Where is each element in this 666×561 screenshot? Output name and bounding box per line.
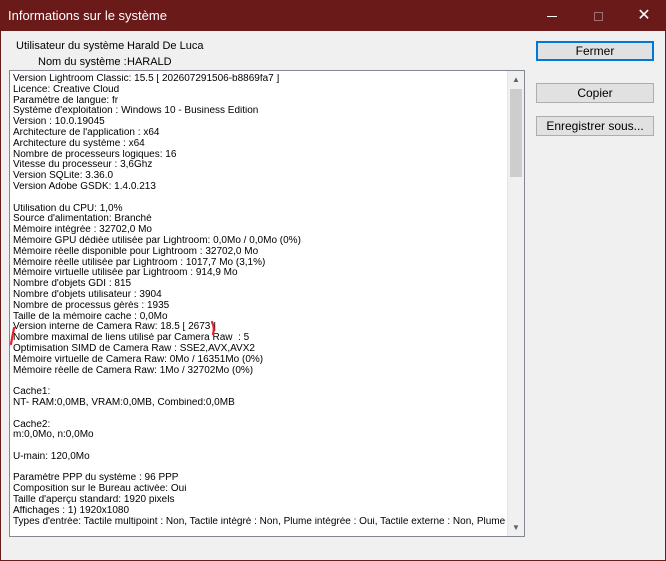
minimize-icon (547, 15, 557, 17)
info-line: Version SQLite: 3.36.0 (13, 171, 114, 182)
scroll-up-arrow-icon[interactable]: ▲ (508, 71, 524, 88)
info-line (13, 409, 506, 420)
info-line (13, 193, 506, 204)
info-line: Mémoire GPU dédiée utilisée par Lightroo… (13, 235, 301, 246)
close-icon: ✕ (637, 7, 651, 24)
info-line: Mémoire réelle utilisée par Lightroom : … (13, 257, 266, 268)
info-line (13, 376, 506, 387)
info-line: Nombre d'objets utilisateur : 3904 (13, 289, 162, 300)
system-info-lines: Version Lightroom Classic: 15.5 [ 202607… (13, 74, 506, 527)
info-line: Mémoire réelle de Camera Raw: 1Mo / 3270… (13, 365, 254, 376)
info-line: Architecture du système : x64 (13, 138, 145, 149)
info-line: Nombre de processeurs logiques: 16 (13, 149, 177, 160)
info-line: Mémoire réelle disponible pour Lightroom… (13, 246, 259, 257)
machine-label: Nom du système : (38, 56, 127, 68)
info-line: Version Lightroom Classic: 15.5 [ 202607… (13, 74, 280, 84)
user-value: Harald De Luca (127, 40, 204, 52)
system-info-dialog: Informations sur le système ✕ Utilisateu… (0, 0, 666, 561)
info-line: Nombre de processus gérés : 1935 (13, 300, 170, 311)
scroll-down-arrow-icon[interactable]: ▼ (508, 519, 524, 536)
info-line: Système d'exploitation : Windows 10 - Bu… (13, 106, 259, 117)
save-as-button[interactable]: Enregistrer sous... (536, 116, 654, 136)
info-line: Paramètre de langue: fr (13, 95, 119, 106)
info-line: Nombre d'objets GDI : 815 (13, 279, 132, 290)
info-line: Architecture de l'application : x64 (13, 127, 160, 138)
info-line: Version : 10.0.19045 (13, 117, 105, 128)
info-line: NT- RAM:0,0MB, VRAM:0,0MB, Combined:0,0M… (13, 397, 235, 408)
minimize-button[interactable] (529, 1, 575, 31)
info-line: Composition sur le Bureau activée: Oui (13, 484, 187, 495)
info-line (13, 463, 506, 474)
user-label: Utilisateur du système : (16, 40, 131, 52)
info-line: Cache2: (13, 419, 51, 430)
info-line: Vitesse du processeur : 3,6Ghz (13, 160, 153, 171)
maximize-button (575, 1, 621, 31)
info-line: Version interne de Camera Raw: 18.5 [ 26… (13, 322, 216, 333)
info-line: Optimisation SIMD de Camera Raw : SSE2,A… (13, 343, 255, 354)
info-line: Mémoire intégrée : 32702,0 Mo (13, 225, 152, 236)
info-line: Cache1: (13, 387, 51, 398)
info-line: Taille d'aperçu standard: 1920 pixels (13, 495, 175, 506)
machine-value: HARALD (127, 56, 172, 68)
info-line (13, 441, 506, 452)
info-line: U-main: 120,0Mo (13, 451, 90, 462)
info-line: Mémoire virtuelle de Camera Raw: 0Mo / 1… (13, 354, 264, 365)
info-line: Source d'alimentation: Branché (13, 214, 152, 225)
info-line: Taille de la mémoire cache : 0,0Mo (13, 311, 168, 322)
info-line: Nombre maximal de liens utilisé par Came… (13, 333, 250, 344)
close-window-button[interactable]: ✕ (621, 1, 665, 31)
info-line: Version Adobe GSDK: 1.4.0.213 (13, 181, 156, 192)
info-line: Utilisation du CPU: 1,0% (13, 203, 123, 214)
vertical-scrollbar[interactable]: ▲ ▼ (507, 71, 524, 536)
title-bar[interactable]: Informations sur le système ✕ (1, 1, 665, 31)
window-title: Informations sur le système (8, 8, 167, 23)
info-line: Types d'entrée: Tactile multipoint : Non… (13, 516, 506, 527)
info-line: m:0,0Mo, n:0,0Mo (13, 430, 94, 441)
info-line: Paramètre PPP du système : 96 PPP (13, 473, 179, 484)
info-line: Affichages : 1) 1920x1080 (13, 505, 130, 516)
system-info-text-area[interactable]: Version Lightroom Classic: 15.5 [ 202607… (9, 70, 525, 537)
info-line: Mémoire virtuelle utilisée par Lightroom… (13, 268, 238, 279)
copy-button[interactable]: Copier (536, 83, 654, 103)
scrollbar-thumb[interactable] (510, 89, 522, 177)
info-line: Licence: Creative Cloud (13, 84, 120, 95)
maximize-icon (593, 11, 603, 21)
close-button[interactable]: Fermer (536, 41, 654, 61)
